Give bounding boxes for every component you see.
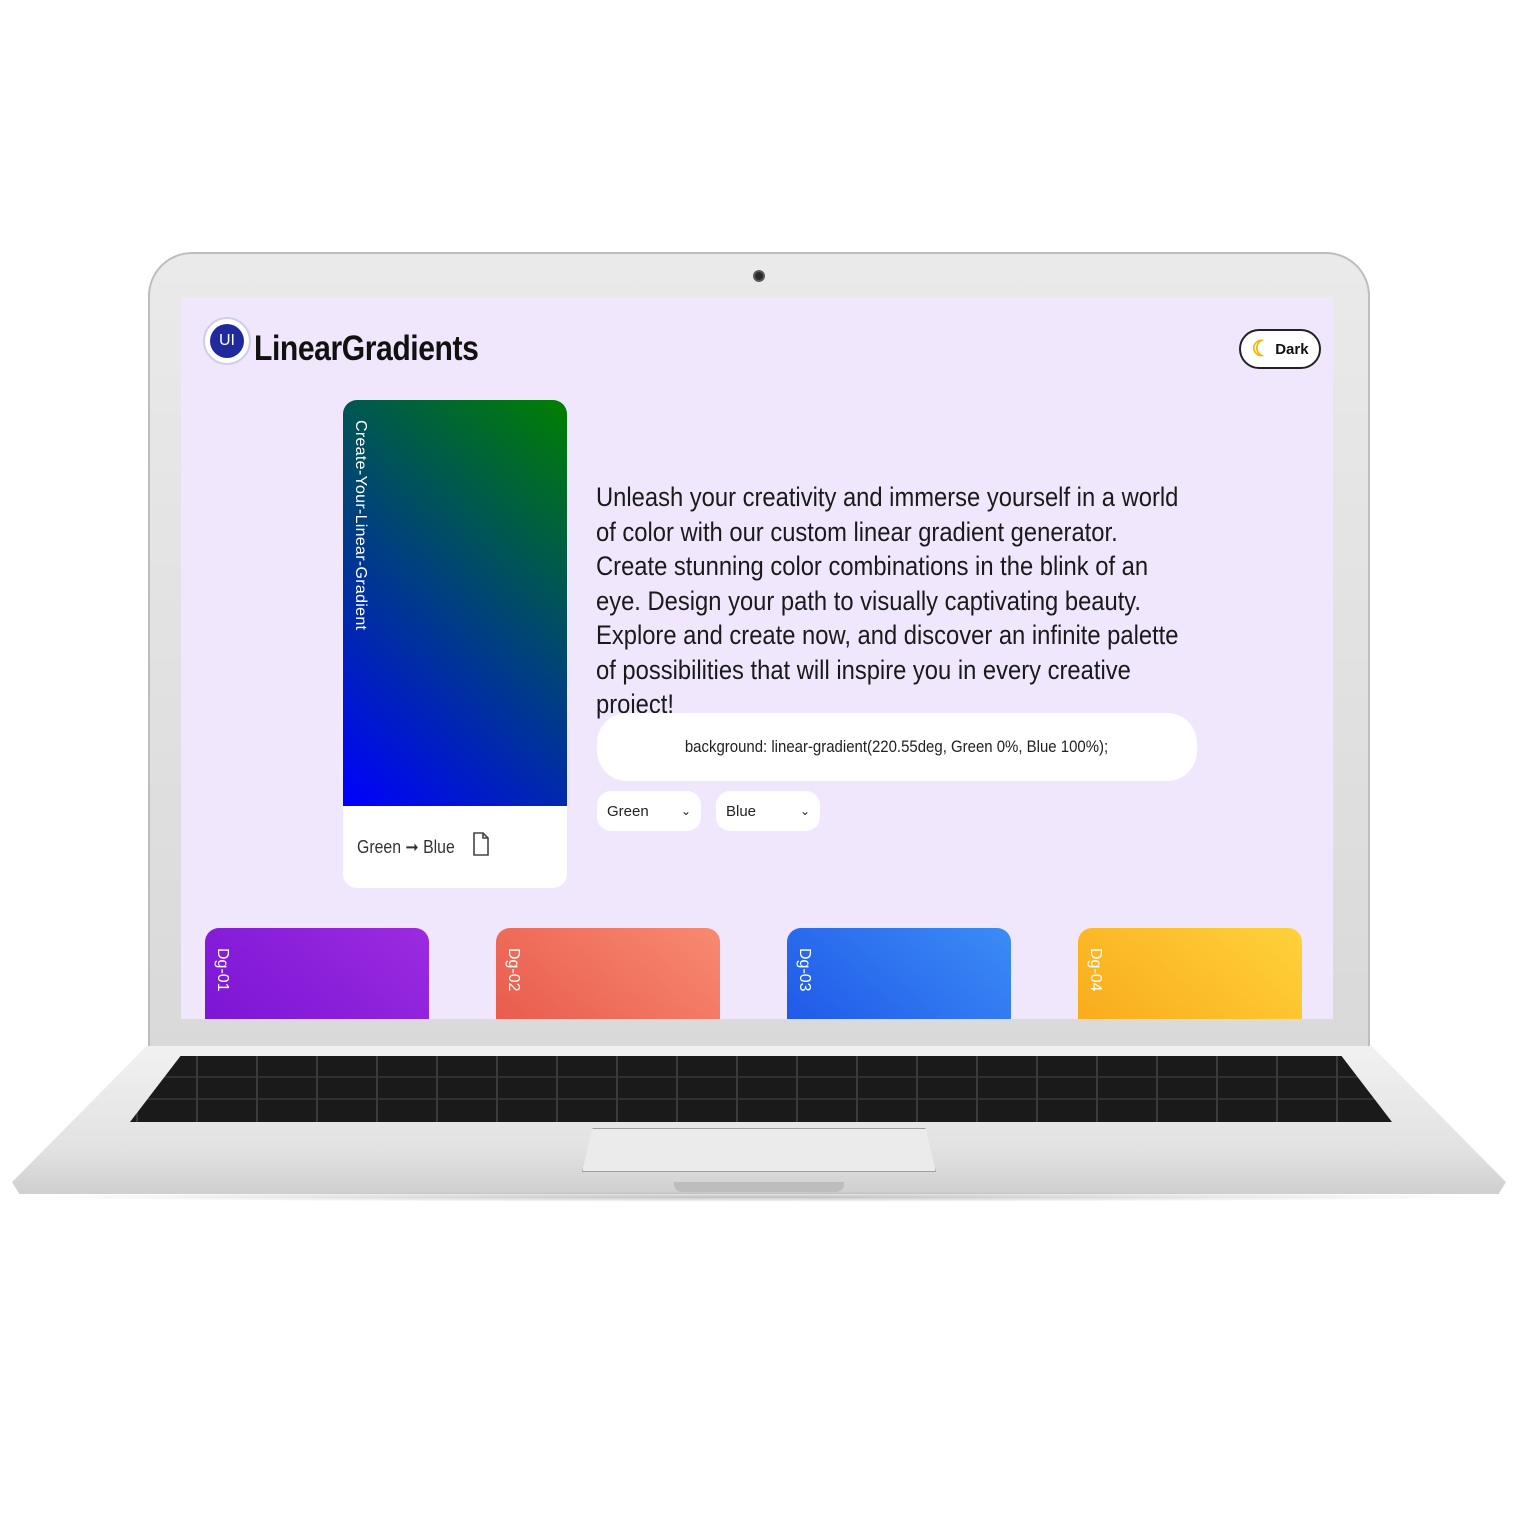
gradient-card-label: Dg-02 xyxy=(505,948,522,992)
dark-mode-label: Dark xyxy=(1275,340,1309,358)
from-color-select[interactable]: Green ⌄ xyxy=(597,791,701,831)
gradient-preview: Create-Your-Linear-Gradient xyxy=(343,400,567,806)
logo[interactable]: UI xyxy=(203,317,251,365)
hinge-notch xyxy=(674,1182,844,1192)
gradient-card-dg-04[interactable]: Dg-04 xyxy=(1078,928,1302,1019)
keyboard xyxy=(130,1056,1392,1122)
gradient-name: Green ➞ Blue xyxy=(357,836,455,857)
dark-mode-toggle[interactable]: ☾ Dark xyxy=(1239,329,1321,369)
gradient-card-label: Dg-04 xyxy=(1087,948,1104,992)
moon-icon: ☾ xyxy=(1251,336,1272,361)
gradient-card-dg-01[interactable]: Dg-01 xyxy=(205,928,429,1019)
to-color-value: Blue xyxy=(726,802,757,820)
chevron-down-icon: ⌄ xyxy=(680,804,691,818)
gradient-card-label: Dg-03 xyxy=(796,948,813,992)
base-shadow xyxy=(20,1192,1498,1202)
document-icon[interactable] xyxy=(472,832,490,862)
chevron-down-icon: ⌄ xyxy=(799,804,810,818)
gradient-card-label: Dg-01 xyxy=(214,948,231,992)
hero-description: Unleash your creativity and immerse your… xyxy=(596,482,1179,719)
gradient-card-dg-02[interactable]: Dg-02 xyxy=(496,928,720,1019)
preview-vertical-label: Create-Your-Linear-Gradient xyxy=(352,420,369,631)
browser-screen: UI LinearGradients ☾ Dark Create-Your-Li… xyxy=(181,297,1333,1019)
to-color-select[interactable]: Blue ⌄ xyxy=(716,791,820,831)
gradient-card-dg-03[interactable]: Dg-03 xyxy=(787,928,1011,1019)
webcam-icon xyxy=(753,270,765,282)
trackpad xyxy=(582,1128,936,1172)
css-code-output[interactable]: background: linear-gradient(220.55deg, G… xyxy=(597,713,1197,781)
preview-footer: Green ➞ Blue xyxy=(343,806,567,888)
logo-badge: UI xyxy=(210,324,244,358)
css-code-text: background: linear-gradient(220.55deg, G… xyxy=(685,737,1109,756)
brand-title[interactable]: LinearGradients xyxy=(254,329,479,369)
gradient-preview-card: Create-Your-Linear-Gradient Green ➞ Blue xyxy=(343,400,567,888)
from-color-value: Green xyxy=(607,802,649,820)
